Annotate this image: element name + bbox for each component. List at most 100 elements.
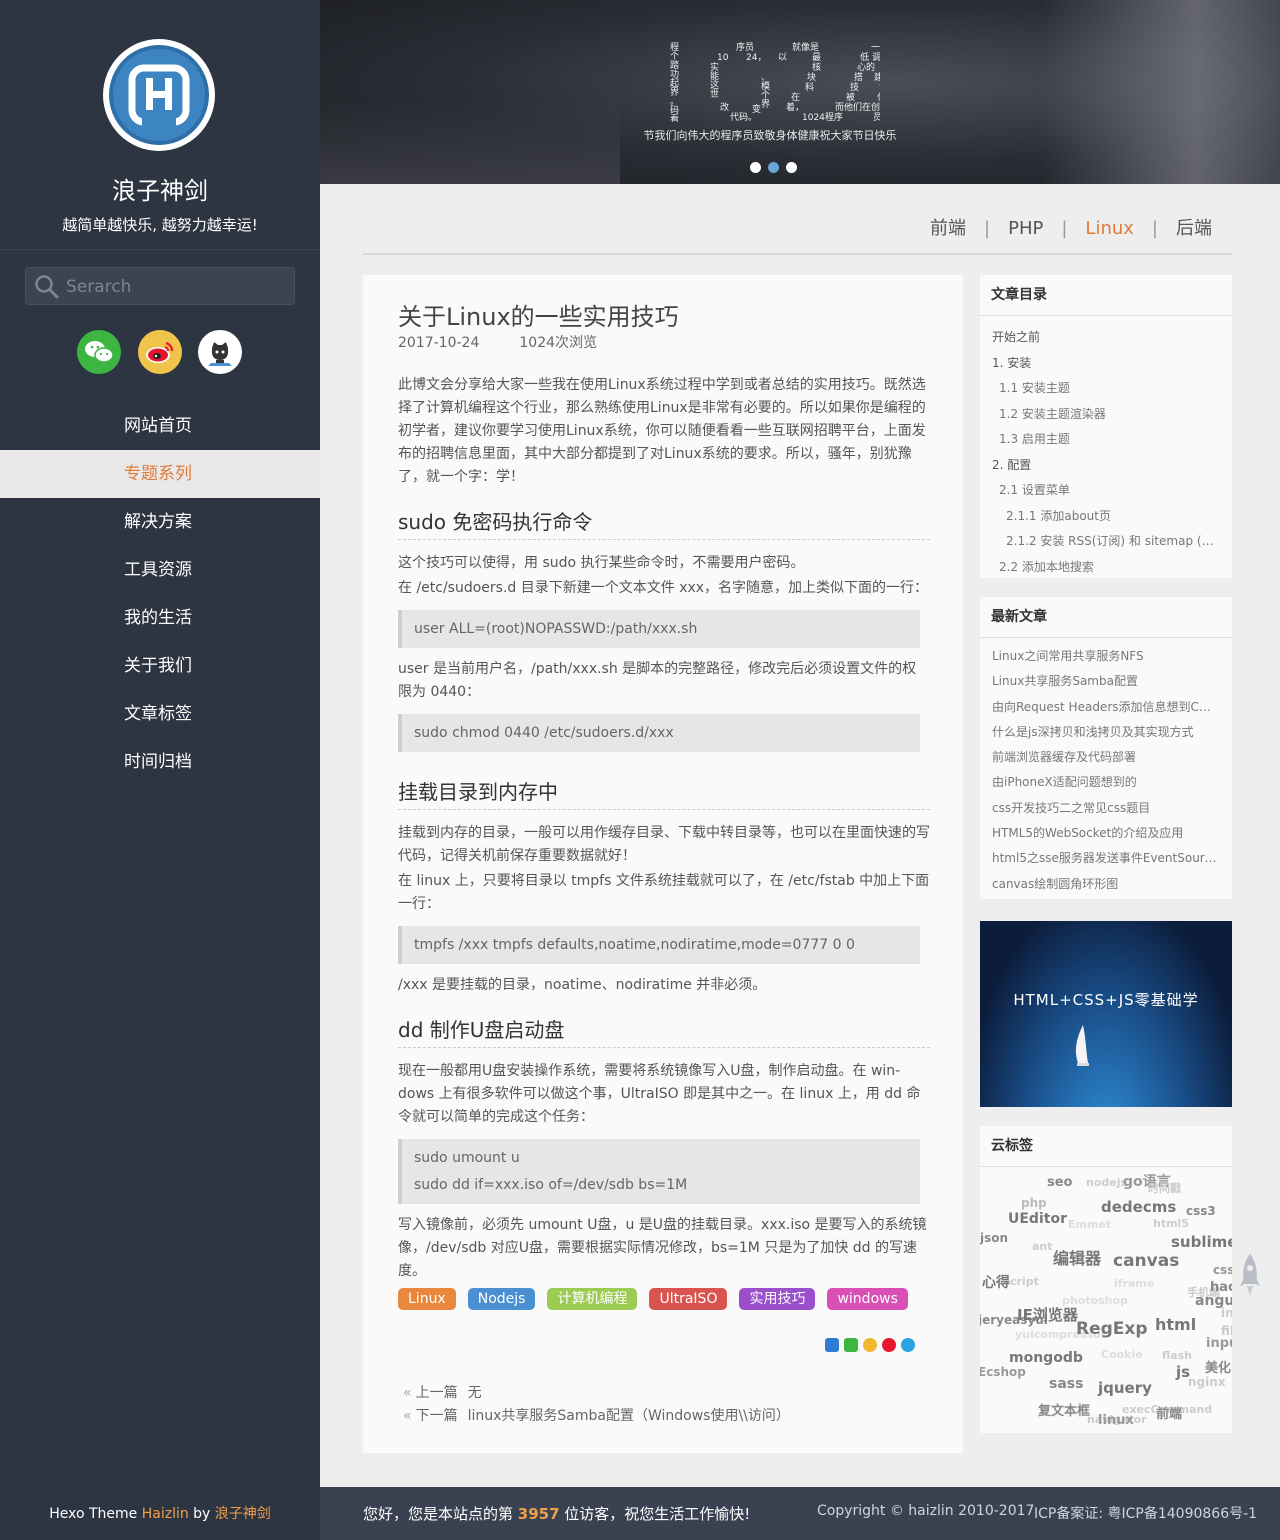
cloud-tag[interactable]: Cookie <box>1101 1348 1143 1361</box>
recent-post-link[interactable]: html5之sse服务器发送事件EventSource介绍 <box>992 846 1220 871</box>
tag-ultraiso[interactable]: UltraISO <box>649 1288 728 1310</box>
cloud-tag[interactable]: canvas <box>1113 1251 1179 1271</box>
cloud-tag[interactable]: sublime <box>1171 1233 1232 1251</box>
cloud-tag[interactable]: php <box>1021 1196 1047 1210</box>
recent-post-link[interactable]: canvas绘制圆角环形图 <box>992 872 1220 897</box>
cloud-tag[interactable]: 时间戳 <box>1148 1180 1181 1196</box>
cloud-tag[interactable]: nodejs <box>1086 1176 1127 1189</box>
toc-item[interactable]: 2. 配置 <box>992 453 1220 479</box>
cloud-tag[interactable]: nginx <box>1188 1375 1226 1389</box>
wechat-button[interactable] <box>77 330 121 374</box>
carousel-dot-active[interactable] <box>768 162 779 173</box>
cloud-tag[interactable]: ant <box>1032 1240 1053 1253</box>
recent-post-link[interactable]: Linux之间常用共享服务NFS <box>992 644 1220 669</box>
recent-post-link[interactable]: Linux共享服务Samba配置 <box>992 669 1220 694</box>
toc-item[interactable]: 2.1 设置菜单 <box>992 478 1220 504</box>
recent-post-link[interactable]: 由向Request Headers添加信息想到CORS跨域问题 <box>992 695 1220 720</box>
search-icon[interactable] <box>34 274 60 300</box>
tencent-icon[interactable] <box>901 1338 915 1352</box>
github-button[interactable] <box>198 330 242 374</box>
cloud-tag[interactable]: RegExp <box>1076 1319 1148 1339</box>
cloud-tag[interactable]: 美化 <box>1205 1357 1231 1376</box>
cloud-tag[interactable]: flash <box>1162 1349 1192 1362</box>
author-link[interactable]: 浪子神剑 <box>215 1506 271 1522</box>
nav-item-about[interactable]: 关于我们 <box>0 642 320 690</box>
weibo-icon[interactable] <box>882 1338 896 1352</box>
tag-windows[interactable]: windows <box>827 1288 908 1310</box>
cloud-tag[interactable]: inpu <box>1206 1336 1232 1351</box>
tag-linux[interactable]: Linux <box>398 1288 456 1310</box>
recent-post-link[interactable]: HTML5的WebSocket的介绍及应用 <box>992 821 1220 846</box>
recent-post-link[interactable]: css开发技巧二之常见css题目 <box>992 796 1220 821</box>
category-frontend[interactable]: 前端 <box>930 218 966 239</box>
cloud-tag[interactable]: jquery <box>1098 1379 1152 1397</box>
nav-item-home[interactable]: 网站首页 <box>0 402 320 450</box>
cloud-tag[interactable]: UEditor <box>1008 1211 1067 1227</box>
search-input[interactable] <box>66 275 286 299</box>
tag-tips[interactable]: 实用技巧 <box>739 1288 816 1310</box>
recent-post-link[interactable]: 由iPhoneX适配问题想到的 <box>992 770 1220 795</box>
banner-art-glyph: 10 <box>717 53 729 63</box>
weibo-button[interactable] <box>138 330 182 374</box>
cloud-tag[interactable]: mongodb <box>1009 1350 1083 1366</box>
cloud-tag[interactable]: cript <box>1010 1275 1039 1288</box>
cloud-tag[interactable]: sass <box>1049 1376 1083 1392</box>
category-backend[interactable]: 后端 <box>1176 218 1212 239</box>
cloud-tag[interactable]: 编辑器 <box>1053 1245 1101 1269</box>
favorite-icon[interactable] <box>863 1338 877 1352</box>
toc-item[interactable]: 1.2 安装主题渲染器 <box>992 402 1220 428</box>
banner-art-glyph: 调 <box>872 52 880 63</box>
recent-post-link[interactable]: 什么是js深拷贝和浅拷贝及其实现方式 <box>992 720 1220 745</box>
next-post[interactable]: «下一篇 linux共享服务Samba配置（Windows使用\\访问） <box>403 1405 790 1428</box>
cloud-tag[interactable]: Ecshop <box>980 1365 1026 1379</box>
toc-item[interactable]: 1.1 安装主题 <box>992 376 1220 402</box>
cloud-tag[interactable]: linux <box>1098 1413 1134 1428</box>
wechat-icon[interactable] <box>844 1338 858 1352</box>
cloud-tag[interactable]: Emmet <box>1068 1218 1111 1231</box>
back-to-top-rocket-icon[interactable] <box>1238 1252 1262 1298</box>
carousel-dot[interactable] <box>750 162 761 173</box>
toc-item[interactable]: 开始之前 <box>992 325 1220 351</box>
carousel-dot[interactable] <box>786 162 797 173</box>
nav-item-tags[interactable]: 文章标签 <box>0 690 320 738</box>
toc-item[interactable]: 1.3 启用主题 <box>992 427 1220 453</box>
cloud-tag[interactable]: 复文本框 <box>1038 1400 1090 1419</box>
toc-item[interactable]: 2.1.2 安装 RSS(订阅) 和 sitemap (网站地图) 插件 <box>992 529 1220 555</box>
course-promo-banner[interactable]: HTML+CSS+JS零基础学 <box>980 921 1232 1107</box>
cloud-tag[interactable]: seo <box>1047 1175 1073 1190</box>
cloud-tag[interactable]: IE浏览器 <box>1017 1304 1078 1325</box>
tag-programming[interactable]: 计算机编程 <box>547 1288 638 1310</box>
cloud-tag[interactable]: 心得 <box>982 1272 1010 1292</box>
toc-item[interactable]: 1. 安装 <box>992 351 1220 377</box>
site-logo[interactable] <box>102 38 216 152</box>
category-linux[interactable]: Linux <box>1085 218 1134 239</box>
nav-item-archive[interactable]: 时间归档 <box>0 738 320 786</box>
article-tags: Linux Nodejs 计算机编程 UltraISO 实用技巧 windows <box>398 1288 920 1310</box>
recent-post-link[interactable]: 前端浏览器缓存及代码部署 <box>992 745 1220 770</box>
banner-carousel[interactable]: 程个踏功起界。码看 10 实能这世 序员 24， 、模个界改代码。变就像是以在着，最块科核… <box>320 0 1280 184</box>
cloud-tag[interactable]: html5 <box>1153 1217 1189 1230</box>
nav-item-series[interactable]: 专题系列 <box>0 450 320 498</box>
toc-item[interactable]: 2.1.1 添加about页 <box>992 504 1220 530</box>
category-php[interactable]: PHP <box>1008 218 1043 239</box>
cloud-tag[interactable]: in <box>1221 1306 1232 1320</box>
cloud-tag[interactable]: css <box>1213 1263 1232 1277</box>
nav-item-life[interactable]: 我的生活 <box>0 594 320 642</box>
icp-license[interactable]: ICP备案证: 粤ICP备14090866号-1 <box>1034 1503 1257 1523</box>
theme-link[interactable]: Haizlin <box>142 1506 189 1522</box>
toc-item[interactable]: 2.2 添加本地搜索 <box>992 555 1220 581</box>
banner-art-glyph: 代 <box>877 92 880 103</box>
nav-item-solutions[interactable]: 解决方案 <box>0 498 320 546</box>
cloud-tag[interactable]: iframe <box>1114 1277 1154 1290</box>
cloud-tag[interactable]: json <box>980 1231 1008 1245</box>
qzone-icon[interactable] <box>825 1338 839 1352</box>
banner-art-glyph: 改 <box>720 101 729 113</box>
tag-nodejs[interactable]: Nodejs <box>467 1288 536 1310</box>
nav-item-tools[interactable]: 工具资源 <box>0 546 320 594</box>
prev-post[interactable]: «上一篇无 <box>403 1382 790 1405</box>
cloud-tag[interactable]: 前端 <box>1156 1403 1182 1422</box>
cloud-tag[interactable]: html <box>1155 1315 1196 1334</box>
cloud-tag[interactable]: css3 <box>1186 1204 1216 1218</box>
category-separator: | <box>1061 218 1068 239</box>
cloud-tag[interactable]: dedecms <box>1101 1198 1176 1216</box>
